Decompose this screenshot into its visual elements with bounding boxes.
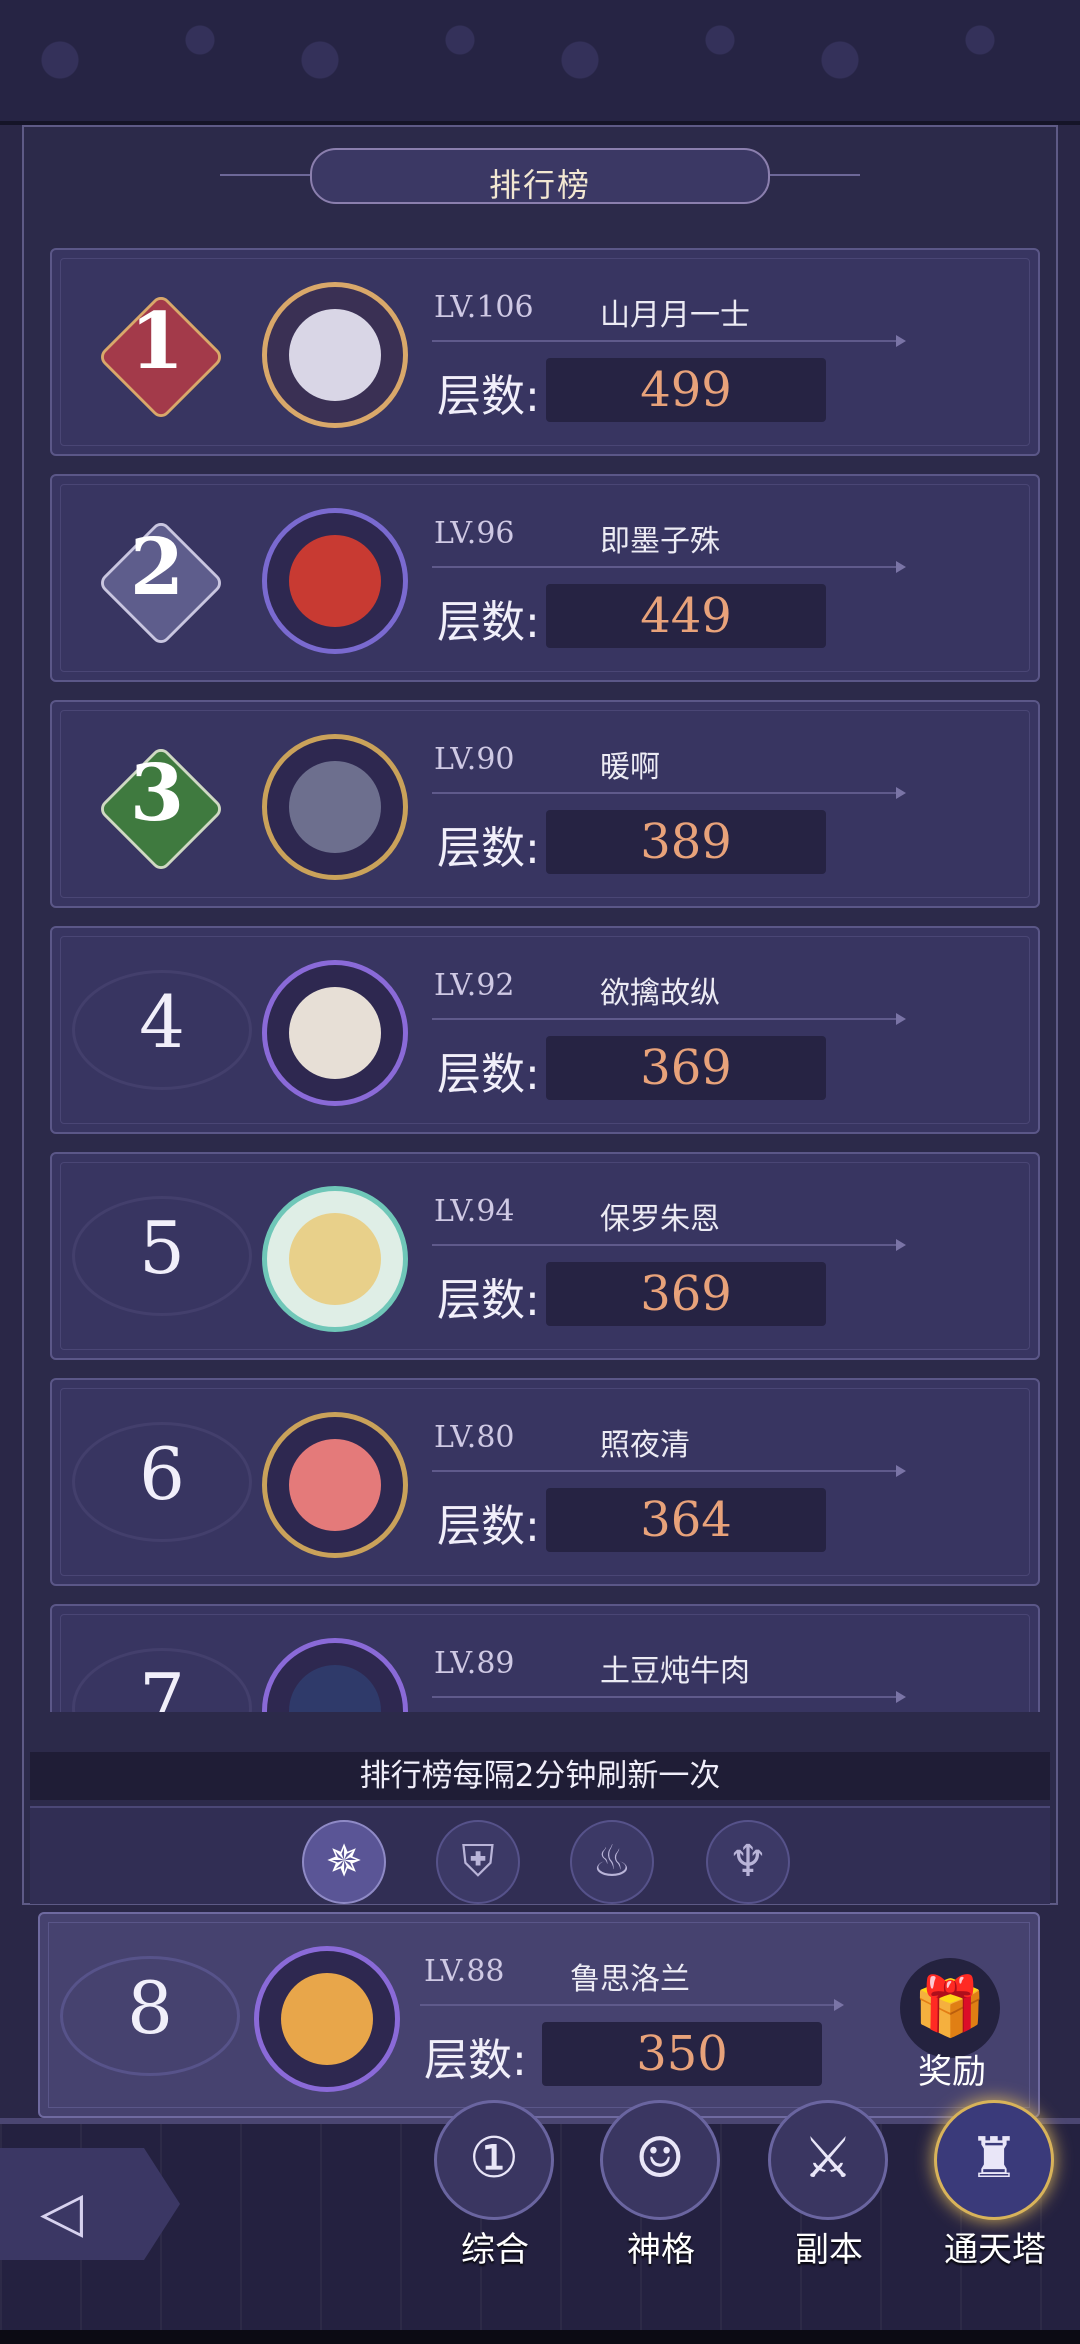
player-name: 鲁思洛兰 — [570, 1962, 690, 1997]
floor-label: 层数: — [437, 597, 540, 648]
divider-arrow — [432, 1013, 906, 1025]
floor-label: 层数: — [437, 1275, 540, 1326]
player-name: 暖啊 — [600, 750, 660, 785]
floor-label: 层数: — [424, 2035, 527, 2086]
floor-count-box: 499 — [546, 358, 826, 422]
rank-number: 1 — [129, 296, 185, 387]
floor-count: 369 — [640, 1266, 732, 1322]
refresh-notice: 排行榜每隔2分钟刷新一次 — [30, 1752, 1050, 1800]
back-button[interactable] — [0, 2148, 180, 2260]
divider-arrow — [432, 1239, 906, 1251]
avatar[interactable] — [262, 960, 408, 1106]
my-ranking-row[interactable]: 8 LV.88 鲁思洛兰 层数: 350 🎁 奖励 — [38, 1912, 1040, 2118]
floor-count-box: 449 — [546, 584, 826, 648]
floor-count-box: 364 — [546, 1488, 826, 1552]
floor-count-box: 350 — [542, 2022, 822, 2086]
ranking-row[interactable]: 3 LV.90 暖啊 层数: 389 — [50, 700, 1040, 908]
rank-number: 3 — [129, 748, 185, 839]
player-level: LV.90 — [434, 742, 515, 777]
ranking-row[interactable]: 7 LV.89 土豆炖牛肉 层数: 354 — [50, 1604, 1040, 1712]
player-level: LV.106 — [434, 290, 534, 325]
rank-one-icon[interactable]: ① — [434, 2100, 554, 2220]
divider-arrow — [432, 1465, 906, 1477]
avatar[interactable] — [262, 734, 408, 880]
flame-icon[interactable]: ♨ — [570, 1820, 654, 1904]
nav-tower[interactable]: ♜ 通天塔 — [930, 2100, 1060, 2340]
god-face-icon[interactable]: ☺ — [600, 2100, 720, 2220]
player-name: 保罗朱恩 — [600, 1202, 720, 1237]
player-level: LV.94 — [434, 1194, 515, 1229]
title-plaque: 排行榜 — [310, 148, 770, 204]
nav-label: 副本 — [795, 2230, 863, 2270]
rank-number: 4 — [139, 980, 185, 1064]
nav-divinity[interactable]: ☺ 神格 — [596, 2100, 726, 2340]
top-decor-band — [0, 0, 1080, 125]
avatar[interactable] — [262, 1186, 408, 1332]
player-name: 欲擒故纵 — [600, 976, 720, 1011]
avatar[interactable] — [262, 508, 408, 654]
player-level: LV.92 — [434, 968, 515, 1003]
avatar[interactable] — [262, 1638, 408, 1712]
divider-arrow — [432, 561, 906, 573]
ranking-row[interactable]: 1 LV.106 山月月一士 层数: 499 — [50, 248, 1040, 456]
nav-dungeon[interactable]: ⚔ 副本 — [764, 2100, 894, 2340]
rank-number: 6 — [139, 1432, 185, 1516]
floor-count-box: 369 — [546, 1036, 826, 1100]
floor-count: 499 — [640, 362, 732, 418]
armor-icon[interactable]: ⛨ — [436, 1820, 520, 1904]
page-title: 排行榜 — [488, 166, 591, 204]
gift-icon[interactable]: 🎁 — [900, 1958, 1000, 2058]
player-level: LV.80 — [434, 1420, 515, 1455]
rank-number: 7 — [139, 1658, 185, 1712]
rank-number: 8 — [127, 1966, 173, 2050]
floor-count: 449 — [640, 588, 732, 644]
floor-count-box: 369 — [546, 1262, 826, 1326]
avatar[interactable] — [262, 282, 408, 428]
bottom-edge — [0, 2330, 1080, 2344]
ranking-row[interactable]: 2 LV.96 即墨子殊 层数: 449 — [50, 474, 1040, 682]
floor-label: 层数: — [437, 1501, 540, 1552]
floor-count: 364 — [640, 1492, 732, 1548]
divider-arrow — [432, 335, 906, 347]
floor-label: 层数: — [437, 823, 540, 874]
nav-overall[interactable]: ① 综合 — [430, 2100, 560, 2340]
back-arrow-icon[interactable]: ◁ — [40, 2180, 83, 2245]
divider-arrow — [420, 1999, 844, 2011]
leaderboard-title: 排行榜 — [220, 148, 860, 204]
player-name: 土豆炖牛肉 — [600, 1654, 750, 1689]
nav-label: 通天塔 — [944, 2230, 1046, 2270]
avatar[interactable] — [254, 1946, 400, 2092]
divider-arrow — [432, 1691, 906, 1703]
ranking-row[interactable]: 6 LV.80 照夜清 层数: 364 — [50, 1378, 1040, 1586]
ranking-row[interactable]: 4 LV.92 欲擒故纵 层数: 369 — [50, 926, 1040, 1134]
player-level: LV.88 — [424, 1954, 505, 1989]
player-name: 山月月一士 — [600, 298, 750, 333]
floor-label: 层数: — [437, 1049, 540, 1100]
castle-tower-icon[interactable]: ♜ — [934, 2100, 1054, 2220]
ranking-row[interactable]: 5 LV.94 保罗朱恩 层数: 369 — [50, 1152, 1040, 1360]
floor-count-box: 389 — [546, 810, 826, 874]
floor-count: 369 — [640, 1040, 732, 1096]
nav-label: 综合 — [461, 2230, 529, 2270]
player-name: 即墨子殊 — [600, 524, 720, 559]
floor-count: 389 — [640, 814, 732, 870]
nav-label: 神格 — [627, 2230, 695, 2270]
rank-number: 2 — [129, 522, 185, 613]
trident-icon[interactable]: ♆ — [706, 1820, 790, 1904]
player-level: LV.89 — [434, 1646, 515, 1681]
ranking-list[interactable]: 1 LV.106 山月月一士 层数: 499 2 LV.96 即墨子殊 层数: … — [46, 248, 1042, 1712]
floor-count: 350 — [636, 2026, 728, 2082]
player-level: LV.96 — [434, 516, 515, 551]
floor-label: 层数: — [437, 371, 540, 422]
compass-rose-icon[interactable]: ✵ — [302, 1820, 386, 1904]
player-name: 照夜清 — [600, 1428, 690, 1463]
rank-number: 5 — [139, 1206, 185, 1290]
category-filter-bar: ✵ ⛨ ♨ ♆ — [30, 1806, 1050, 1904]
reward-label[interactable]: 奖励 — [892, 2044, 1012, 2093]
divider-arrow — [432, 787, 906, 799]
winged-sword-icon[interactable]: ⚔ — [768, 2100, 888, 2220]
avatar[interactable] — [262, 1412, 408, 1558]
